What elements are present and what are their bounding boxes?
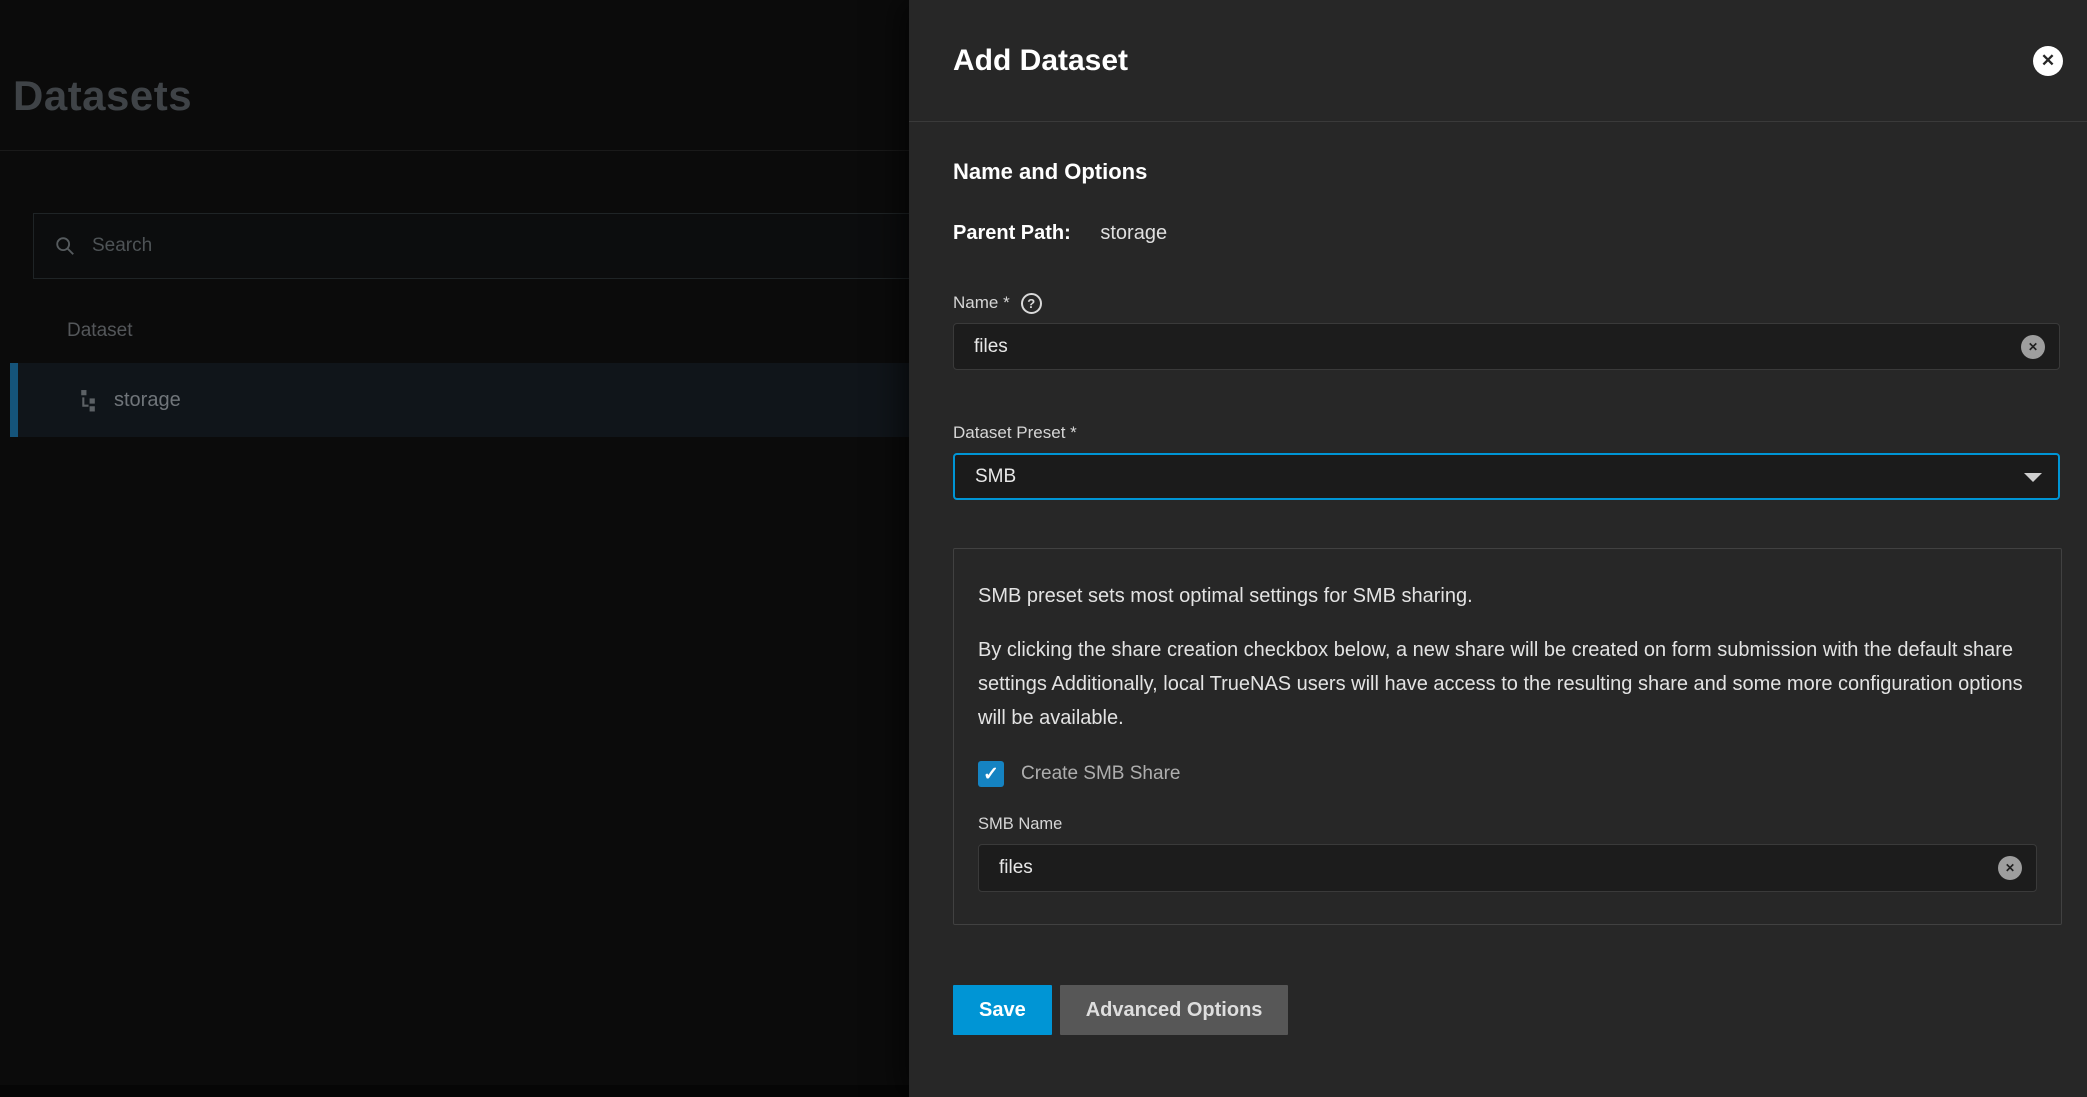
parent-path-label: Parent Path:	[953, 222, 1071, 244]
help-glyph: ?	[1027, 296, 1035, 311]
dataset-row-label: storage	[114, 389, 181, 412]
preset-field-label: Dataset Preset *	[953, 422, 1077, 444]
parent-path-value: storage	[1100, 222, 1167, 244]
column-header-dataset: Dataset	[67, 320, 132, 342]
clear-icon: ✕	[2028, 341, 2038, 353]
preset-info-paragraph-2: By clicking the share creation checkbox …	[978, 633, 2037, 735]
search-input[interactable]	[92, 235, 792, 257]
create-smb-share-row[interactable]: ✓ Create SMB Share	[978, 761, 2037, 787]
add-dataset-dialog: Add Dataset ✕ Name and Options Parent Pa…	[909, 0, 2087, 1097]
parent-path: Parent Path: storage	[953, 220, 2060, 246]
dataset-tree-icon	[76, 389, 99, 412]
page-bottom-strip	[0, 1085, 909, 1097]
smb-name-input-wrap: ✕	[978, 844, 2037, 892]
dropdown-caret-icon	[2024, 473, 2042, 482]
name-field-label-row: Name * ?	[953, 292, 2060, 314]
dialog-body: Name and Options Parent Path: storage Na…	[909, 158, 2087, 1035]
dialog-title: Add Dataset	[953, 44, 2033, 78]
datasets-page: Datasets Dataset storage	[0, 0, 909, 1097]
smb-name-label: SMB Name	[978, 813, 2037, 835]
screen: Datasets Dataset storage Add Dataset ✕	[0, 0, 2087, 1097]
smb-name-clear-button[interactable]: ✕	[1998, 856, 2022, 880]
smb-name-input[interactable]	[978, 844, 2037, 892]
name-input[interactable]	[953, 323, 2060, 370]
close-icon: ✕	[2041, 52, 2055, 69]
preset-select-value: SMB	[975, 466, 1016, 488]
preset-select[interactable]: SMB	[953, 453, 2060, 500]
name-field-label: Name *	[953, 292, 1010, 314]
search-box	[33, 213, 909, 279]
preset-info-paragraph-1: SMB preset sets most optimal settings fo…	[978, 579, 2037, 613]
advanced-options-button[interactable]: Advanced Options	[1060, 985, 1289, 1035]
smb-preset-info-card: SMB preset sets most optimal settings fo…	[953, 548, 2062, 925]
checkmark-icon: ✓	[983, 765, 999, 784]
dialog-header: Add Dataset ✕	[909, 0, 2087, 122]
preset-label-row: Dataset Preset *	[953, 422, 2060, 444]
save-button[interactable]: Save	[953, 985, 1052, 1035]
section-heading: Name and Options	[953, 158, 2060, 186]
close-button[interactable]: ✕	[2033, 46, 2063, 76]
page-title: Datasets	[13, 72, 192, 120]
help-icon[interactable]: ?	[1021, 293, 1042, 314]
create-smb-share-checkbox[interactable]: ✓	[978, 761, 1004, 787]
name-input-wrap: ✕	[953, 323, 2060, 370]
create-smb-share-label[interactable]: Create SMB Share	[1021, 763, 1180, 785]
name-clear-button[interactable]: ✕	[2021, 335, 2045, 359]
clear-icon: ✕	[2005, 862, 2015, 874]
dialog-button-row: Save Advanced Options	[953, 985, 2060, 1035]
preset-select-wrap: SMB	[953, 453, 2060, 500]
page-title-divider	[0, 150, 909, 151]
search-icon	[54, 235, 76, 257]
dataset-row-storage[interactable]: storage	[10, 363, 909, 437]
